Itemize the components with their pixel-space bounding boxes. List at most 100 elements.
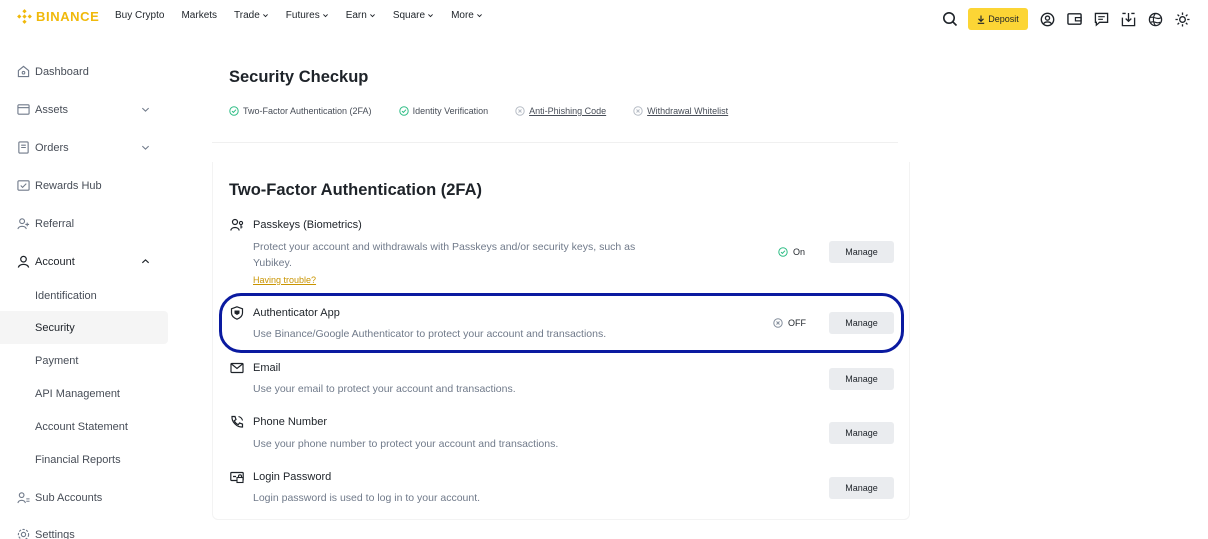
check-identity-verification: Identity Verification (398, 106, 489, 116)
language-button[interactable] (1142, 8, 1169, 30)
chevron-down-icon (428, 14, 433, 18)
binance-logo-icon (17, 9, 32, 24)
password-description: Login password is used to log in to your… (253, 492, 481, 504)
check-2fa: Two-Factor Authentication (2FA) (229, 106, 372, 116)
messages-button[interactable] (1088, 8, 1115, 30)
email-manage-button[interactable]: Manage (829, 368, 894, 390)
main-menu: Buy Crypto Markets Trade Futures Earn Sq… (115, 10, 500, 21)
security-checklist: Two-Factor Authentication (2FA) Identity… (229, 106, 755, 116)
brand-name: BINANCE (36, 9, 100, 24)
having-trouble-link[interactable]: Having trouble? (253, 275, 316, 285)
nav-earn[interactable]: Earn (346, 10, 376, 21)
check-circle-icon (778, 247, 788, 257)
nav-futures[interactable]: Futures (286, 10, 329, 21)
passkey-icon (230, 218, 244, 231)
sidebar-item-sub-accounts[interactable]: Sub Accounts (0, 481, 168, 514)
profile-icon (1040, 12, 1055, 26)
check-label: Identity Verification (412, 106, 489, 116)
phone-manage-button[interactable]: Manage (829, 422, 894, 444)
sidebar-item-account[interactable]: Account (0, 245, 168, 278)
assets-icon (17, 103, 30, 116)
sidebar-item-label: Financial Reports (35, 453, 121, 466)
sub-accounts-icon (17, 491, 30, 504)
phone-description: Use your phone number to protect your ac… (253, 438, 559, 450)
wallet-icon (1067, 13, 1082, 25)
check-label: Two-Factor Authentication (2FA) (243, 106, 372, 116)
download-arrow-icon (978, 15, 985, 24)
sidebar-item-label: Account Statement (35, 420, 128, 433)
sidebar-item-identification[interactable]: Identification (0, 279, 168, 312)
sidebar-item-payment[interactable]: Payment (0, 344, 168, 377)
nav-markets[interactable]: Markets (181, 10, 217, 21)
sidebar-item-label: Settings (35, 528, 75, 539)
sidebar-item-rewards-hub[interactable]: Rewards Hub (0, 169, 168, 202)
phone-icon (231, 415, 244, 428)
chevron-down-icon (476, 14, 482, 18)
chevron-down-icon (262, 14, 268, 18)
binance-logo[interactable]: BINANCE (17, 9, 99, 24)
deposit-label: Deposit (988, 14, 1019, 24)
chevron-down-icon[interactable] (141, 105, 150, 114)
rewards-icon (17, 179, 30, 192)
chevron-down-icon[interactable] (141, 143, 150, 152)
nav-square[interactable]: Square (393, 10, 434, 21)
orders-icon (17, 141, 30, 154)
download-button[interactable] (1115, 8, 1142, 30)
nav-label: Square (392, 10, 426, 21)
nav-label: Buy Crypto (115, 10, 165, 21)
sidebar-item-security[interactable]: Security (0, 311, 168, 344)
email-icon (230, 362, 244, 374)
wallet-button[interactable] (1061, 8, 1088, 30)
sidebar-item-account-statement[interactable]: Account Statement (0, 410, 168, 443)
messages-icon (1094, 12, 1109, 27)
nav-label: Earn (345, 10, 367, 21)
sidebar-item-financial-reports[interactable]: Financial Reports (0, 443, 168, 476)
status-label: On (793, 247, 806, 257)
sidebar-item-settings[interactable]: Settings (0, 518, 168, 539)
theme-toggle-button[interactable] (1169, 8, 1196, 30)
authenticator-manage-button[interactable]: Manage (829, 312, 894, 334)
x-circle-icon (515, 106, 525, 116)
anti-phishing-link[interactable]: Anti-Phishing Code (529, 106, 606, 116)
language-icon (1148, 12, 1163, 26)
authenticator-shield-icon (230, 306, 244, 320)
security-checkup-title: Security Checkup (229, 68, 369, 86)
authenticator-description: Use Binance/Google Authenticator to prot… (253, 328, 607, 340)
search-icon (942, 12, 957, 27)
deposit-button[interactable]: Deposit (968, 8, 1028, 30)
withdrawal-whitelist-link[interactable]: Withdrawal Whitelist (647, 106, 728, 116)
nav-label: More (451, 10, 474, 21)
chevron-up-icon[interactable] (141, 257, 150, 266)
nav-label: Trade (234, 10, 260, 21)
sidebar-item-referral[interactable]: Referral (0, 207, 168, 240)
search-button[interactable] (936, 8, 963, 30)
nav-more[interactable]: More (451, 10, 483, 21)
home-icon (17, 65, 30, 78)
sidebar-item-orders[interactable]: Orders (0, 131, 168, 164)
sidebar-item-label: Assets (35, 103, 69, 116)
authenticator-status: OFF (773, 318, 806, 328)
sidebar-item-dashboard[interactable]: Dashboard (0, 55, 168, 88)
check-circle-icon (398, 106, 409, 116)
sidebar-item-assets[interactable]: Assets (0, 93, 168, 126)
theme-icon (1175, 11, 1190, 27)
referral-icon (17, 217, 30, 230)
passkeys-manage-button[interactable]: Manage (829, 241, 894, 263)
password-title: Login Password (253, 471, 332, 483)
profile-button[interactable] (1034, 8, 1061, 30)
sidebar-item-label: Identification (35, 289, 97, 302)
sidebar-item-label: Account (35, 255, 75, 268)
passkeys-title: Passkeys (Biometrics) (253, 219, 362, 231)
x-circle-icon (633, 106, 643, 116)
x-circle-icon (773, 318, 783, 328)
nav-buy-crypto[interactable]: Buy Crypto (115, 10, 164, 21)
password-manage-button[interactable]: Manage (829, 477, 894, 499)
check-anti-phishing[interactable]: Anti-Phishing Code (515, 106, 606, 116)
top-right-actions: Deposit (936, 8, 1196, 30)
sidebar-item-api-management[interactable]: API Management (0, 377, 168, 410)
top-navigation: BINANCE Buy Crypto Markets Trade Futures… (0, 0, 1208, 36)
passkeys-status: On (778, 247, 805, 257)
sidebar-item-label: API Management (35, 387, 120, 400)
nav-trade[interactable]: Trade (234, 10, 269, 21)
check-withdrawal-whitelist[interactable]: Withdrawal Whitelist (633, 106, 728, 116)
